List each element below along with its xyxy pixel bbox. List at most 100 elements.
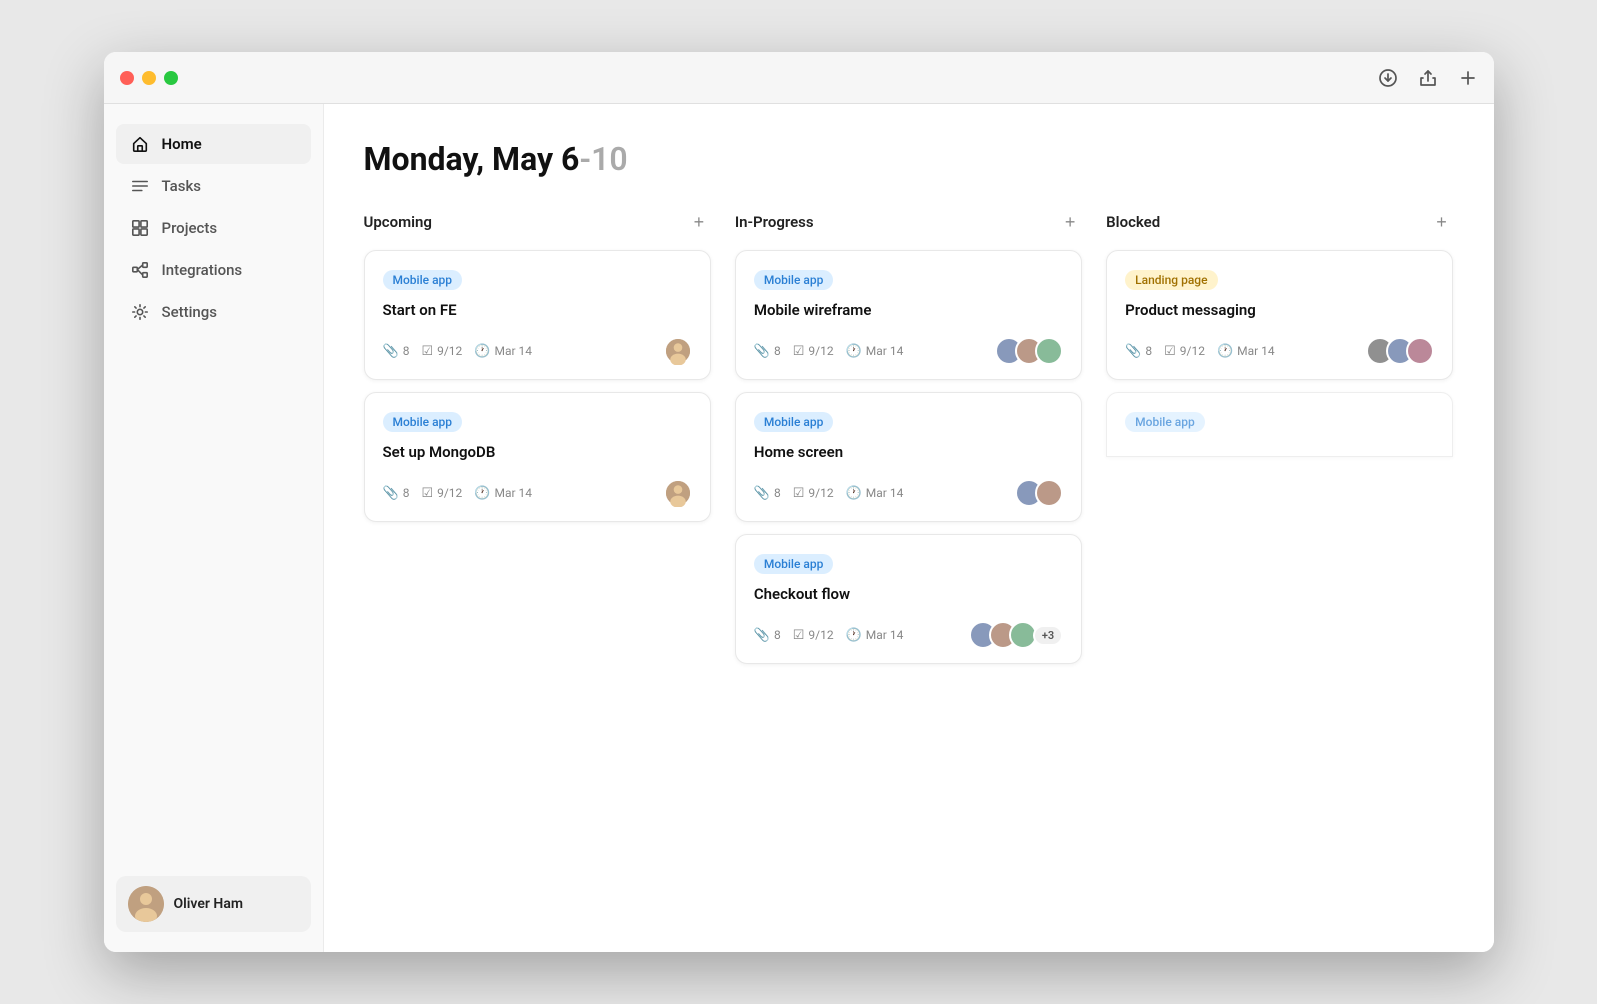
app-window: Home Tasks [104, 52, 1494, 952]
attachment-count: 📎 8 [754, 344, 781, 359]
integrations-icon [130, 260, 150, 280]
download-icon[interactable] [1378, 68, 1398, 88]
card-title: Start on FE [383, 300, 692, 321]
sidebar-item-home-label: Home [162, 135, 202, 153]
sidebar-item-home[interactable]: Home [116, 124, 311, 164]
card-meta: 📎 8 ☑ 9/12 🕐 Mar 14 [754, 486, 904, 501]
minimize-button[interactable] [142, 71, 156, 85]
attachment-value: 8 [774, 344, 781, 358]
card-meta: 📎 8 ☑ 9/12 🕐 Mar 14 [1125, 344, 1275, 359]
add-blocked-button[interactable]: + [1429, 210, 1453, 234]
due-date: 🕐 Mar 14 [846, 628, 904, 643]
attachment-icon: 📎 [754, 344, 770, 359]
clock-icon: 🕐 [474, 344, 490, 359]
card-footer: 📎 8 ☑ 9/12 🕐 Mar 14 [1125, 337, 1434, 365]
card-tag: Landing page [1125, 270, 1217, 290]
avatar-group: +3 [969, 621, 1063, 649]
sidebar-item-settings-label: Settings [162, 303, 218, 321]
clock-icon: 🕐 [846, 344, 862, 359]
sidebar-item-tasks[interactable]: Tasks [116, 166, 311, 206]
card-meta: 📎 8 ☑ 9/12 🕐 Mar 14 [383, 486, 533, 501]
avatar-sm [1035, 479, 1063, 507]
card-mongodb[interactable]: Mobile app Set up MongoDB 📎 8 ☑ 9/12 [364, 392, 711, 522]
add-tab-icon[interactable] [1458, 68, 1478, 88]
add-in-progress-button[interactable]: + [1058, 210, 1082, 234]
card-title: Home screen [754, 442, 1063, 463]
card-footer: 📎 8 ☑ 9/12 🕐 Mar 14 [754, 621, 1063, 649]
page-title-count: -10 [579, 140, 627, 178]
sidebar-item-integrations[interactable]: Integrations [116, 250, 311, 290]
due-date: 🕐 Mar 14 [1217, 344, 1275, 359]
attachment-count: 📎 8 [754, 486, 781, 501]
user-name: Oliver Ham [174, 896, 244, 912]
sidebar-item-settings[interactable]: Settings [116, 292, 311, 332]
sidebar-item-integrations-label: Integrations [162, 261, 243, 279]
date-value: Mar 14 [866, 344, 904, 358]
page-title: Monday, May 6-10 [364, 140, 1454, 178]
due-date: 🕐 Mar 14 [846, 486, 904, 501]
attachment-icon: 📎 [383, 486, 399, 501]
card-tag: Mobile app [1125, 412, 1205, 432]
card-product-msg[interactable]: Landing page Product messaging 📎 8 ☑ [1106, 250, 1453, 380]
projects-icon [130, 218, 150, 238]
column-blocked: Blocked + Landing page Product messaging… [1106, 210, 1453, 457]
card-title: Product messaging [1125, 300, 1434, 321]
page-title-text: Monday, May 6 [364, 140, 580, 178]
maximize-button[interactable] [164, 71, 178, 85]
due-date: 🕐 Mar 14 [846, 344, 904, 359]
titlebar-actions [1378, 68, 1478, 88]
checkbox-icon: ☑ [793, 486, 805, 501]
column-upcoming: Upcoming + Mobile app Start on FE 📎 8 [364, 210, 711, 534]
checkbox-icon: ☑ [421, 486, 433, 501]
tasks-icon [130, 176, 150, 196]
card-partial-hint: Mobile app [1106, 392, 1453, 457]
card-title: Set up MongoDB [383, 442, 692, 463]
attachment-icon: 📎 [1125, 344, 1141, 359]
sidebar-nav: Home Tasks [116, 124, 311, 334]
card-checkout[interactable]: Mobile app Checkout flow 📎 8 ☑ 9/12 [735, 534, 1082, 664]
card-tag: Mobile app [383, 270, 463, 290]
card-meta: 📎 8 ☑ 9/12 🕐 Mar 14 [383, 344, 533, 359]
avatar-group [1015, 479, 1063, 507]
card-title: Mobile wireframe [754, 300, 1063, 321]
attachment-count: 📎 8 [383, 486, 410, 501]
main-content: Monday, May 6-10 Upcoming + Mobile app S… [324, 104, 1494, 952]
checkbox-icon: ☑ [793, 344, 805, 359]
column-in-progress-title: In-Progress [735, 213, 814, 231]
page-header: Monday, May 6-10 [364, 140, 1454, 178]
avatar-group [995, 337, 1063, 365]
task-count: ☑ 9/12 [421, 486, 462, 501]
attachment-count: 📎 8 [754, 628, 781, 643]
card-start-fe[interactable]: Mobile app Start on FE 📎 8 ☑ 9/12 [364, 250, 711, 380]
kanban-board: Upcoming + Mobile app Start on FE 📎 8 [364, 210, 1454, 676]
card-footer: 📎 8 ☑ 9/12 🕐 Mar 14 [383, 479, 692, 507]
settings-icon [130, 302, 150, 322]
attachment-value: 8 [403, 486, 410, 500]
avatar-group [664, 337, 692, 365]
attachment-value: 8 [403, 344, 410, 358]
traffic-lights [120, 71, 178, 85]
avatar-sm [1406, 337, 1434, 365]
add-upcoming-button[interactable]: + [687, 210, 711, 234]
avatar [128, 886, 164, 922]
checkbox-icon: ☑ [1164, 344, 1176, 359]
user-profile[interactable]: Oliver Ham [116, 876, 311, 932]
column-in-progress: In-Progress + Mobile app Mobile wirefram… [735, 210, 1082, 676]
column-upcoming-title: Upcoming [364, 213, 432, 231]
clock-icon: 🕐 [474, 486, 490, 501]
share-icon[interactable] [1418, 68, 1438, 88]
card-footer: 📎 8 ☑ 9/12 🕐 Mar 14 [754, 479, 1063, 507]
attachment-icon: 📎 [754, 486, 770, 501]
clock-icon: 🕐 [846, 486, 862, 501]
task-value: 9/12 [437, 344, 462, 358]
date-value: Mar 14 [866, 628, 904, 642]
card-wireframe[interactable]: Mobile app Mobile wireframe 📎 8 ☑ 9/ [735, 250, 1082, 380]
sidebar-item-projects[interactable]: Projects [116, 208, 311, 248]
avatar-sm [1035, 337, 1063, 365]
card-tag: Mobile app [754, 412, 834, 432]
card-footer: 📎 8 ☑ 9/12 🕐 Mar 14 [754, 337, 1063, 365]
card-tag: Mobile app [754, 554, 834, 574]
card-home-screen[interactable]: Mobile app Home screen 📎 8 ☑ 9/12 [735, 392, 1082, 522]
checkbox-icon: ☑ [793, 628, 805, 643]
close-button[interactable] [120, 71, 134, 85]
